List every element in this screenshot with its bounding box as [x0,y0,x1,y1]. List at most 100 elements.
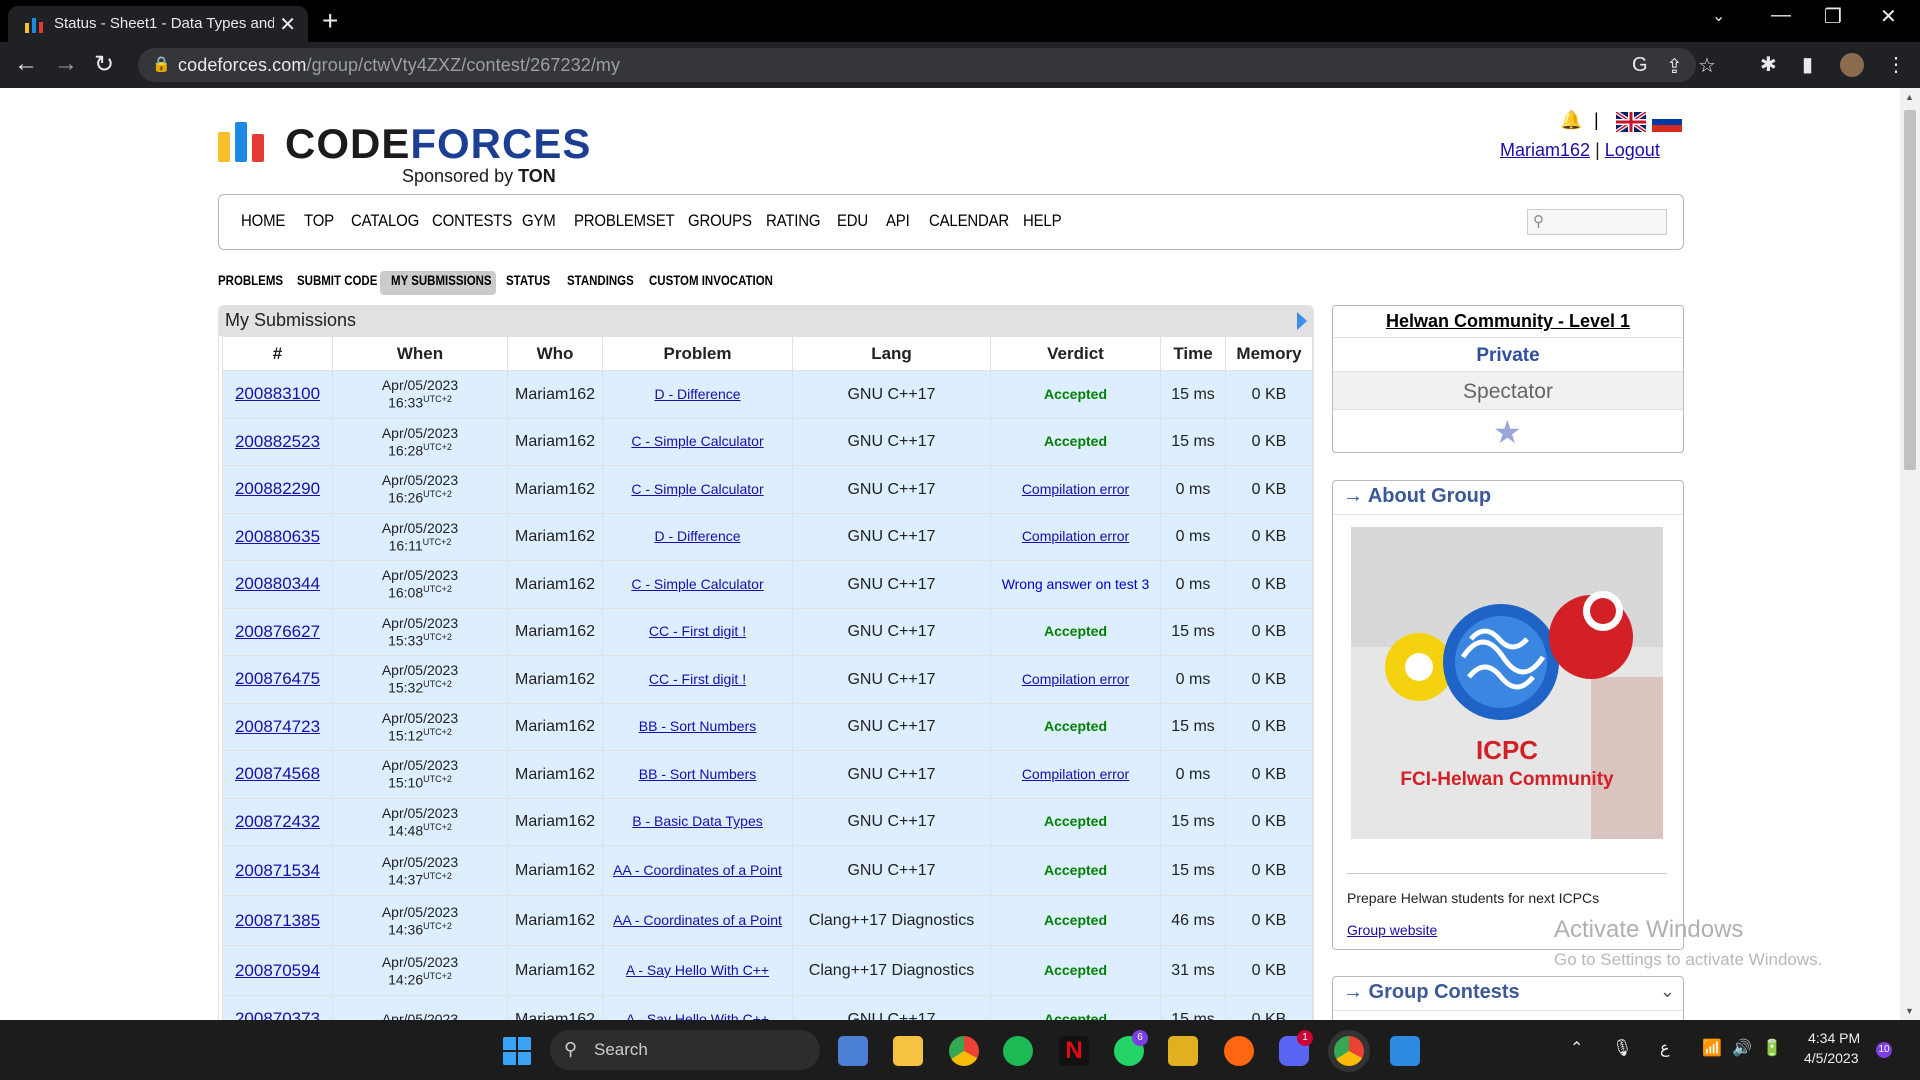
submission-id-link[interactable]: 200883100 [235,384,320,403]
menu-groups[interactable]: GROUPS [688,211,752,231]
menu-gym[interactable]: GYM [522,211,556,231]
microsoft-store-icon[interactable] [838,1036,868,1066]
problem-link[interactable]: BB - Sort Numbers [639,766,756,782]
profile-avatar[interactable] [1840,53,1864,77]
group-name-link[interactable]: Helwan Community - Level 1 [1333,306,1683,338]
submission-id-link[interactable]: 200874723 [235,717,320,736]
group-contests-title[interactable]: → Group Contests [1333,977,1683,1011]
expand-arrow-icon[interactable] [1297,312,1307,330]
menu-problemset[interactable]: PROBLEMSET [574,211,675,231]
submission-id-link[interactable]: 200872432 [235,812,320,831]
problem-link[interactable]: CC - First digit ! [649,671,746,687]
submission-id-link[interactable]: 200870373 [235,1009,320,1020]
netflix-icon[interactable]: N [1059,1036,1089,1066]
volume-icon[interactable]: 🔊 [1732,1038,1752,1058]
spotify-icon[interactable] [1003,1036,1033,1066]
notes-icon[interactable] [1390,1036,1420,1066]
submission-id-link[interactable]: 200874568 [235,764,320,783]
reload-icon[interactable]: ↻ [94,50,114,79]
tray-chevron-up-icon[interactable]: ⌃ [1570,1038,1583,1058]
russian-flag-icon[interactable] [1652,112,1682,132]
problem-link[interactable]: CC - First digit ! [649,623,746,639]
problem-link[interactable]: AA - Coordinates of a Point [613,912,782,928]
forward-icon[interactable]: → [54,50,78,78]
window-close-icon[interactable]: ✕ [1880,4,1897,29]
restore-icon[interactable]: ❐ [1824,4,1842,29]
username-link[interactable]: Mariam162 [1500,140,1590,160]
input-language-indicator[interactable]: ع [1660,1038,1670,1058]
menu-kebab-icon[interactable]: ⋮ [1886,52,1906,77]
extensions-icon[interactable]: ✱ [1760,52,1777,77]
submenu-standings[interactable]: STANDINGS [567,272,634,288]
site-search-input[interactable]: ⚲ [1527,209,1667,235]
submission-id-link[interactable]: 200882523 [235,432,320,451]
menu-home[interactable]: HOME [241,211,285,231]
scrollbar-thumb[interactable] [1904,110,1916,470]
close-tab-icon[interactable]: ✕ [279,12,296,37]
bookmark-star-icon[interactable]: ☆ [1698,53,1716,78]
wifi-icon[interactable]: 📶 [1702,1038,1722,1058]
submission-id-link[interactable]: 200871534 [235,861,320,880]
google-icon[interactable]: G [1632,54,1648,77]
scroll-up-icon[interactable]: ▲ [1905,92,1914,102]
battery-icon[interactable]: 🔋 [1762,1038,1782,1058]
problem-link[interactable]: AA - Coordinates of a Point [613,862,782,878]
chrome-icon[interactable] [949,1036,979,1066]
chevron-down-icon[interactable]: ⌄ [1660,981,1675,1002]
submenu-submit-code[interactable]: SUBMIT CODE [297,272,377,288]
taskbar-search[interactable]: ⚲ Search [550,1030,820,1070]
submenu-my-submissions[interactable]: MY SUBMISSIONS [391,272,492,288]
problem-link[interactable]: A - Say Hello With C++ [626,962,769,978]
page-scrollbar[interactable]: ▲ ▼ [1900,88,1920,1020]
problem-link[interactable]: C - Simple Calculator [631,576,763,592]
problem-link[interactable]: B - Basic Data Types [632,813,762,829]
logout-link[interactable]: Logout [1605,140,1660,160]
problem-link[interactable]: A - Say Hello With C++ [626,1011,769,1020]
windows-start-icon[interactable] [502,1036,532,1066]
tab-search-icon[interactable]: ⌄ [1712,6,1725,26]
file-explorer-icon[interactable] [893,1036,923,1066]
problem-link[interactable]: C - Simple Calculator [631,433,763,449]
group-website-link[interactable]: Group website [1347,922,1437,938]
firefox-icon[interactable] [1224,1036,1254,1066]
problem-link[interactable]: C - Simple Calculator [631,481,763,497]
share-icon[interactable]: ⇪ [1666,54,1683,79]
submenu-status[interactable]: STATUS [506,272,550,288]
verdict-label[interactable]: Compilation error [1022,766,1129,782]
microphone-icon[interactable]: 🎙 [1612,1038,1632,1058]
scroll-down-icon[interactable]: ▼ [1905,1006,1914,1016]
app-icon[interactable] [1168,1036,1198,1066]
verdict-label[interactable]: Compilation error [1022,671,1129,687]
submission-id-link[interactable]: 200876627 [235,622,320,641]
submenu-problems[interactable]: PROBLEMS [218,272,283,288]
browser-tab[interactable]: Status - Sheet1 - Data Types and ✕ [8,6,308,42]
verdict-label[interactable]: Compilation error [1022,481,1129,497]
submission-id-link[interactable]: 200882290 [235,479,320,498]
menu-calendar[interactable]: CALENDAR [929,211,1009,231]
submenu-custom-invocation[interactable]: CUSTOM INVOCATION [649,272,773,288]
submission-id-link[interactable]: 200876475 [235,669,320,688]
new-tab-icon[interactable]: + [322,5,338,37]
clock-date[interactable]: 4/5/2023 [1804,1050,1859,1066]
submission-id-link[interactable]: 200870594 [235,961,320,980]
side-panel-icon[interactable]: ▮ [1802,52,1813,77]
verdict-label[interactable]: Compilation error [1022,528,1129,544]
problem-link[interactable]: D - Difference [654,386,740,402]
menu-help[interactable]: HELP [1023,211,1062,231]
problem-link[interactable]: D - Difference [654,528,740,544]
menu-edu[interactable]: EDU [837,211,868,231]
english-flag-icon[interactable] [1616,112,1646,132]
problem-link[interactable]: BB - Sort Numbers [639,718,756,734]
submission-id-link[interactable]: 200880635 [235,527,320,546]
menu-top[interactable]: TOP [304,211,334,231]
minimize-icon[interactable]: — [1771,4,1791,27]
notification-count-badge[interactable]: 10 [1876,1042,1892,1058]
chrome-active-icon[interactable] [1334,1036,1364,1066]
menu-contests[interactable]: CONTESTS [432,211,512,231]
submission-id-link[interactable]: 200871385 [235,911,320,930]
address-bar[interactable]: 🔒 codeforces.com/group/ctwVty4ZXZ/contes… [138,48,1716,82]
menu-api[interactable]: API [886,211,910,231]
menu-rating[interactable]: RATING [766,211,821,231]
back-icon[interactable]: ← [14,50,38,78]
favourite-star-icon[interactable]: ★ [1493,416,1522,448]
